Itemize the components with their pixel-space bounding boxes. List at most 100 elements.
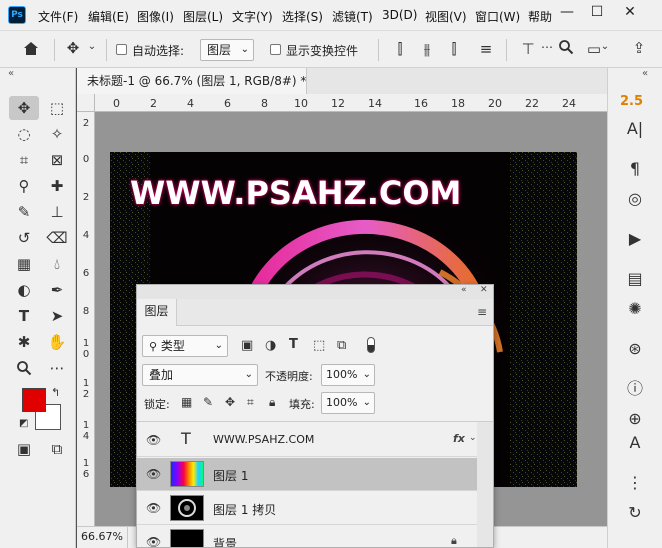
filter-toggle-icon[interactable]	[367, 337, 375, 353]
gradient-tool-icon[interactable]: ▦	[9, 252, 39, 276]
menu-select[interactable]: 选择(S)	[282, 8, 323, 25]
dodge-tool-icon[interactable]: ◐	[9, 278, 39, 302]
collapse-panel-icon[interactable]: «	[461, 285, 467, 295]
visibility-eye-icon[interactable]: 👁︎	[146, 535, 161, 547]
home-icon[interactable]	[20, 40, 42, 60]
history-icon[interactable]: ↻	[620, 500, 650, 526]
glyph-a-icon[interactable]: A	[620, 430, 650, 456]
crop-tool-icon[interactable]: ⌗	[9, 148, 39, 172]
fill-input[interactable]: 100% ⌄	[321, 392, 375, 414]
search-icon[interactable]	[556, 39, 576, 59]
shape-tool-icon[interactable]: ✱	[9, 330, 39, 354]
opacity-input[interactable]: 100% ⌄	[321, 364, 375, 386]
brush-tool-icon[interactable]: ✎	[9, 200, 39, 224]
info-icon[interactable]: ⓘ	[620, 376, 650, 402]
blend-mode-select[interactable]: 叠加 ⌄	[142, 364, 258, 386]
close-panel-icon[interactable]: ✕	[480, 285, 488, 295]
swap-colors-icon[interactable]: ↰	[51, 386, 60, 399]
auto-select-checkbox[interactable]	[116, 44, 127, 55]
menu-view[interactable]: 视图(V)	[425, 8, 467, 25]
character-icon[interactable]: A|	[620, 116, 650, 142]
filter-pixel-icon[interactable]: ▣	[241, 338, 253, 353]
blur-tool-icon[interactable]: 💧︎	[42, 252, 72, 276]
hand-tool-icon[interactable]: ✋	[42, 330, 72, 354]
play-icon[interactable]: ▶	[620, 226, 650, 252]
properties-icon[interactable]: ⋮	[620, 470, 650, 496]
ruler-origin[interactable]	[77, 94, 95, 112]
healing-brush-icon[interactable]: ✚	[42, 174, 72, 198]
menu-help[interactable]: 帮助	[528, 8, 552, 25]
paragraph-icon[interactable]: ¶	[620, 156, 650, 182]
lock-image-icon[interactable]: ✎	[203, 395, 213, 409]
layer-row[interactable]: 👁︎ 背景 🔒︎	[137, 526, 477, 547]
filter-adjustment-icon[interactable]: ◑	[265, 338, 276, 353]
distribute-icon[interactable]: ≡	[476, 40, 496, 58]
collapse-icon[interactable]: «	[8, 68, 14, 79]
layer-row[interactable]: 👁︎ 图层 1	[137, 458, 477, 491]
auto-select-target-select[interactable]: 图层 ⌄	[200, 39, 254, 61]
menu-image[interactable]: 图像(I)	[137, 8, 174, 25]
foreground-color-swatch[interactable]	[22, 388, 46, 412]
visibility-eye-icon[interactable]: 👁︎	[146, 501, 161, 515]
panel-titlebar[interactable]: « ✕	[137, 285, 493, 299]
visibility-eye-icon[interactable]: 👁︎	[146, 433, 161, 447]
menu-filter[interactable]: 滤镜(T)	[332, 8, 373, 25]
type-tool-icon[interactable]: T	[9, 304, 39, 328]
panel-menu-icon[interactable]: ≡	[477, 305, 487, 319]
filter-shape-icon[interactable]: ⬚	[313, 338, 325, 353]
brush-preset-icon[interactable]: ◎	[620, 186, 650, 212]
chevron-down-icon[interactable]: ⌄	[86, 41, 98, 52]
lock-artboard-icon[interactable]: ⌗	[247, 395, 254, 410]
eraser-tool-icon[interactable]: ⌫	[42, 226, 72, 250]
chevron-down-icon[interactable]: ⌄	[469, 433, 477, 443]
magic-wand-icon[interactable]: ✧	[42, 122, 72, 146]
layer-filter-select[interactable]: ⚲ 类型 ⌄	[142, 335, 228, 357]
move-tool-icon[interactable]: ✥	[62, 39, 84, 57]
menu-window[interactable]: 窗口(W)	[475, 8, 520, 25]
menu-file[interactable]: 文件(F)	[38, 8, 78, 25]
show-transform-checkbox[interactable]	[270, 44, 281, 55]
eyedropper-icon[interactable]: ⚲	[9, 174, 39, 198]
more-tools-icon[interactable]: ⋯	[42, 356, 72, 380]
visibility-eye-icon[interactable]: 👁︎	[146, 467, 161, 481]
share-icon[interactable]: ⇪	[628, 39, 650, 57]
tab-layers[interactable]: 图层	[137, 299, 177, 326]
close-window-button[interactable]: ✕	[615, 0, 645, 26]
align-right-icon[interactable]: ⫿	[444, 40, 464, 58]
zoom-level[interactable]: 66.67%	[81, 530, 123, 543]
quick-mask-icon[interactable]: ▣	[9, 437, 39, 461]
horizontal-ruler[interactable]: 0 2 4 6 8 10 12 14 16 18 20 22 24	[77, 94, 607, 112]
layer-list-scrollbar[interactable]	[477, 422, 493, 547]
align-left-icon[interactable]: ⫿	[390, 40, 410, 58]
minimize-button[interactable]: —	[552, 0, 582, 26]
fx-badge[interactable]: fx	[453, 432, 465, 445]
vertical-ruler[interactable]: 2 0 2 4 6 8 1 0 1 2 1 4 1 6	[77, 112, 95, 526]
lock-all-icon[interactable]: 🔒︎	[269, 395, 275, 410]
layer-row[interactable]: 👁︎ 图层 1 拷贝	[137, 492, 477, 525]
clone-source-icon[interactable]: ⊕	[620, 406, 650, 432]
history-brush-icon[interactable]: ↺	[9, 226, 39, 250]
align-top-icon[interactable]: ⊤	[518, 40, 538, 58]
channels-icon[interactable]: ⊛	[620, 336, 650, 362]
menu-layer[interactable]: 图层(L)	[183, 8, 223, 25]
lock-position-icon[interactable]: ✥	[225, 395, 235, 409]
stamp-tool-icon[interactable]: ⊥	[42, 200, 72, 224]
menu-3d[interactable]: 3D(D)	[382, 8, 417, 22]
expand-icon[interactable]: «	[642, 68, 648, 79]
lock-transparency-icon[interactable]: ▦	[181, 395, 192, 409]
default-colors-icon[interactable]: ◩	[19, 418, 28, 429]
move-tool-icon[interactable]: ✥	[9, 96, 39, 120]
restore-button[interactable]: ☐	[582, 0, 612, 26]
layer-row[interactable]: 👁︎ T WWW.PSAHZ.COM fx ⌄	[137, 424, 477, 457]
document-tab[interactable]: 未标题-1 @ 66.7% (图层 1, RGB/8#) * ✕	[77, 68, 325, 94]
filter-smart-object-icon[interactable]: ⧉	[337, 338, 346, 353]
adjustments-icon[interactable]: ✺	[620, 296, 650, 322]
lasso-tool-icon[interactable]: ◌	[9, 122, 39, 146]
chevron-down-icon[interactable]: ⌄	[600, 41, 610, 52]
library-icon[interactable]: ▤	[620, 266, 650, 292]
path-selection-icon[interactable]: ➤	[42, 304, 72, 328]
frame-tool-icon[interactable]: ⊠	[42, 148, 72, 172]
menu-type[interactable]: 文字(Y)	[232, 8, 273, 25]
more-icon[interactable]: ⋯	[540, 40, 554, 54]
zoom-tool-icon[interactable]	[9, 356, 39, 380]
